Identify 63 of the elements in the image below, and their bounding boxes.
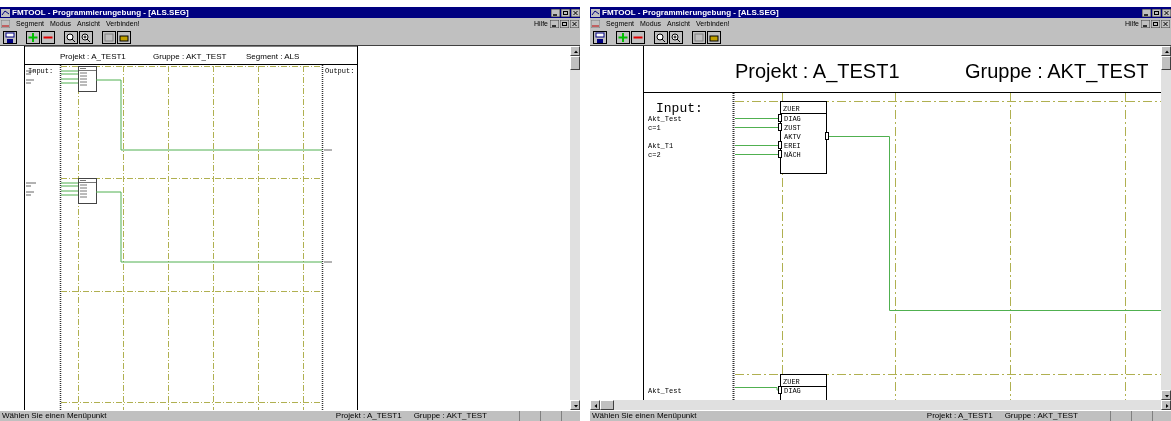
vertical-scrollbar[interactable] — [1161, 46, 1171, 400]
plus-icon[interactable] — [26, 30, 40, 44]
status-project: Projekt : A_TEST1 — [334, 411, 403, 421]
folder-icon[interactable] — [707, 30, 721, 44]
zoom-in-icon[interactable] — [79, 30, 93, 44]
save-icon[interactable] — [593, 30, 607, 44]
close-button[interactable] — [570, 19, 579, 28]
output-pin[interactable] — [825, 132, 829, 140]
scroll-left-button[interactable] — [590, 400, 600, 410]
header-label: Projekt : A_TEST1 — [60, 52, 126, 61]
close-button[interactable] — [571, 8, 580, 17]
zoom-in-icon[interactable] — [669, 30, 683, 44]
zoom-out-icon[interactable] — [654, 30, 668, 44]
window-title: FMTOOL - Programmierungebung - [ALS.SEG] — [12, 8, 189, 17]
scroll-down-button[interactable] — [1161, 390, 1171, 400]
scroll-down-button[interactable] — [570, 400, 580, 410]
header-label: Projekt : A_TEST1 — [735, 60, 900, 82]
close-button[interactable] — [1162, 8, 1171, 17]
wire — [60, 182, 79, 196]
close-button[interactable] — [1161, 19, 1170, 28]
minus-icon[interactable] — [41, 30, 55, 44]
restore-button[interactable] — [561, 8, 570, 17]
input-pin[interactable] — [778, 386, 782, 394]
horizontal-scrollbar[interactable] — [590, 400, 1171, 410]
plus-icon[interactable] — [616, 30, 630, 44]
scroll-up-button[interactable] — [1161, 46, 1171, 56]
minimize-button[interactable] — [551, 8, 560, 17]
restore-button[interactable] — [1152, 8, 1161, 17]
minimize-button[interactable] — [1142, 8, 1151, 17]
scroll-up-button[interactable] — [570, 46, 580, 56]
save-icon[interactable] — [3, 30, 17, 44]
function-block — [78, 66, 97, 92]
scroll-thumb[interactable] — [1161, 56, 1171, 70]
status-message: Wählen Sie einen Menüpunkt — [1, 411, 108, 421]
tiny-label-drawing — [25, 182, 37, 196]
status-group: Gruppe : AKT_TEST — [411, 411, 517, 421]
status-message: Wählen Sie einen Menüpunkt — [591, 411, 698, 421]
input-pin[interactable] — [778, 114, 782, 122]
status-group: Gruppe : AKT_TEST — [1002, 411, 1108, 421]
status-project: Projekt : A_TEST1 — [925, 411, 994, 421]
vertical-scrollbar[interactable] — [570, 46, 580, 410]
minimize-button[interactable] — [1141, 19, 1150, 28]
folder-icon[interactable] — [117, 30, 131, 44]
input-heading: Input: — [656, 101, 703, 116]
restore-button[interactable] — [1151, 19, 1160, 28]
input-pin[interactable] — [778, 123, 782, 131]
restore-button[interactable] — [560, 19, 569, 28]
grid-icon[interactable] — [692, 30, 706, 44]
wire — [60, 70, 79, 84]
scroll-right-button[interactable] — [1161, 400, 1171, 410]
header-label: Gruppe : AKT_TEST — [153, 52, 227, 61]
zoom-out-icon[interactable] — [64, 30, 78, 44]
header-label: Segment : ALS — [246, 52, 300, 61]
grid-icon[interactable] — [102, 30, 116, 44]
minimize-button[interactable] — [550, 19, 559, 28]
scroll-thumb[interactable] — [600, 400, 614, 410]
minus-icon[interactable] — [631, 30, 645, 44]
input-pin[interactable] — [778, 150, 782, 158]
header-label: Gruppe : AKT_TEST — [965, 60, 1149, 82]
scroll-thumb[interactable] — [570, 56, 580, 70]
input-pin[interactable] — [778, 141, 782, 149]
window-title: FMTOOL - Programmierungebung - [ALS.SEG] — [602, 8, 779, 17]
function-block — [78, 178, 97, 204]
